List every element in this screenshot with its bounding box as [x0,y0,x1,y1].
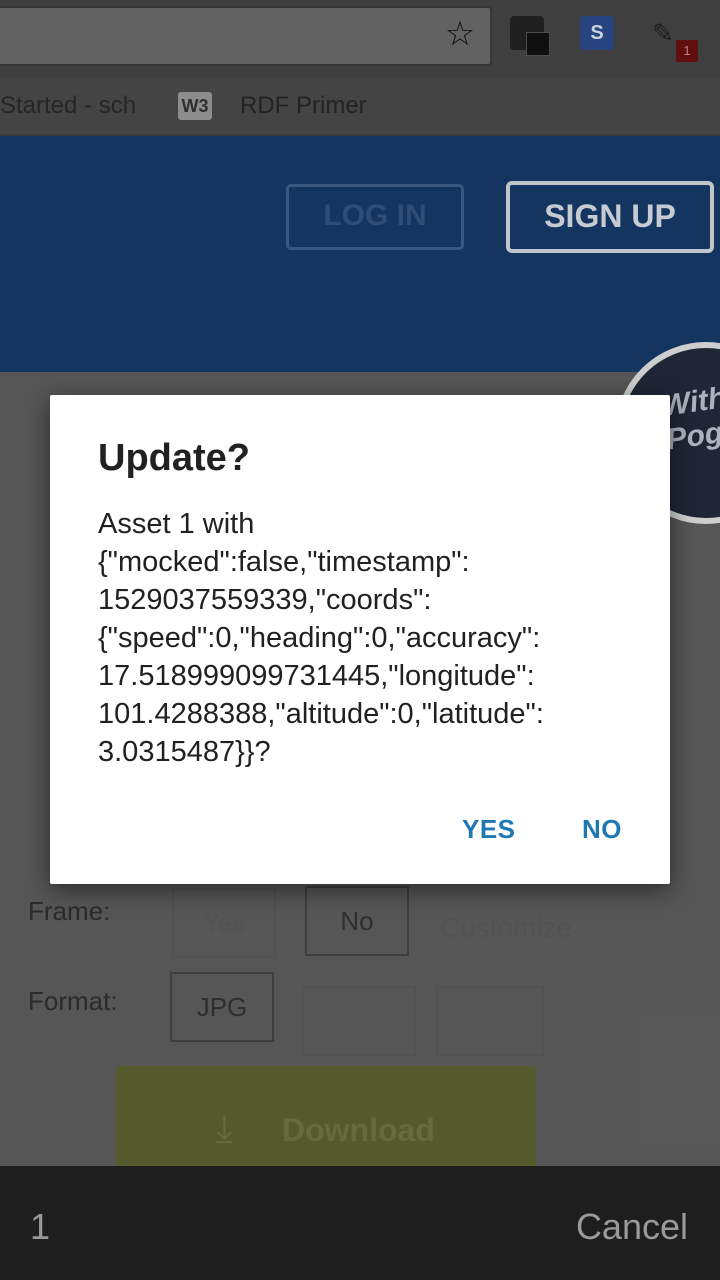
yes-button[interactable]: YES [462,807,582,851]
no-button[interactable]: NO [582,807,622,851]
dialog-message: Asset 1 with {"mocked":false,"timestamp"… [98,508,544,768]
selection-count: 1 [30,1206,51,1247]
dialog-title: Update? [98,437,250,479]
cancel-button[interactable]: Cancel [576,1206,688,1248]
dialog-actions: YES NO [462,807,622,851]
update-dialog: Update? Asset 1 with {"mocked":false,"ti… [50,395,670,884]
